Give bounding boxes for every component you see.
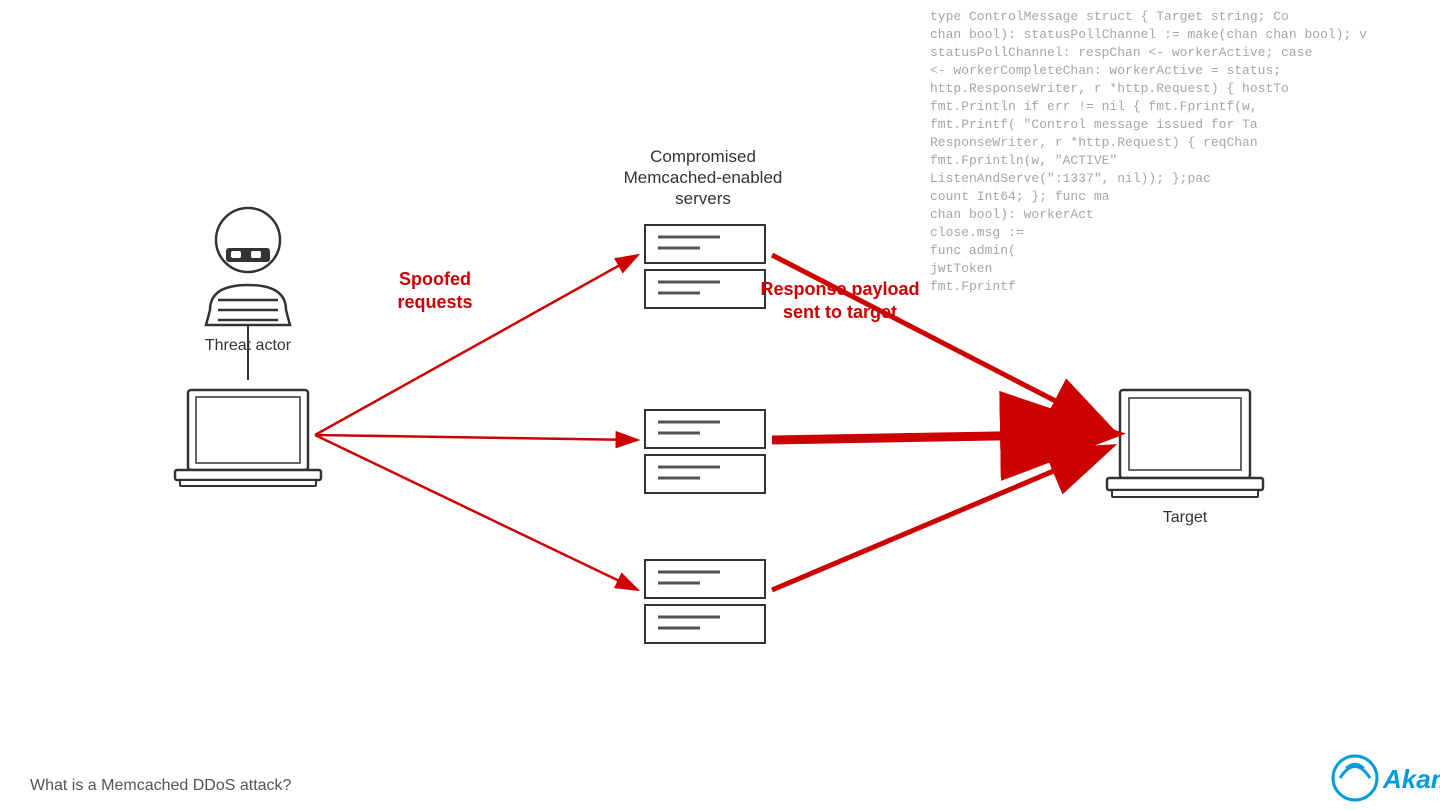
svg-text:count Int64; }; func ma: count Int64; }; func ma — [930, 189, 1110, 204]
svg-text:jwtToken: jwtToken — [930, 261, 992, 276]
svg-text:What is a Memcached DDoS attac: What is a Memcached DDoS attack? — [30, 777, 292, 794]
svg-text:ResponseWriter, r *http.Reques: ResponseWriter, r *http.Request) { reqCh… — [930, 135, 1258, 150]
svg-text:Compromised: Compromised — [650, 147, 756, 166]
svg-text:Threat actor: Threat actor — [205, 337, 292, 354]
svg-text:statusPollChannel: respChan <-: statusPollChannel: respChan <- workerAct… — [930, 45, 1312, 60]
svg-text:Response payload: Response payload — [760, 279, 919, 299]
svg-text:chan bool): statusPollChannel: chan bool): statusPollChannel := make(ch… — [930, 27, 1367, 42]
svg-text:close.msg :=: close.msg := — [930, 225, 1024, 240]
svg-text:fmt.Fprintln(w, "ACTIVE": fmt.Fprintln(w, "ACTIVE" — [930, 153, 1117, 168]
code-background — [920, 0, 1440, 460]
svg-text:<- workerCompleteChan: workerA: <- workerCompleteChan: workerActive = st… — [930, 63, 1281, 78]
svg-text:fmt.Printf( "Control message: fmt.Printf( "Control message issued for … — [930, 117, 1258, 132]
svg-text:Memcached-enabled: Memcached-enabled — [624, 168, 783, 187]
svg-text:servers: servers — [675, 189, 731, 208]
svg-text:fmt.Println if err != nil {: fmt.Println if err != nil { fmt.Fprintf(… — [930, 99, 1258, 114]
svg-text:Akamai: Akamai — [1382, 764, 1440, 794]
svg-text:requests: requests — [397, 292, 472, 312]
svg-text:fmt.Fprintf: fmt.Fprintf — [930, 279, 1016, 294]
svg-text:sent to target: sent to target — [783, 302, 897, 322]
svg-text:type ControlMessage struct { T: type ControlMessage struct { Target stri… — [930, 9, 1289, 24]
diagram-svg: type ControlMessage struct { Target stri… — [0, 0, 1440, 810]
svg-text:ListenAndServe(":1337", nil));: ListenAndServe(":1337", nil)); };pac — [930, 171, 1211, 186]
svg-text:Target: Target — [1163, 509, 1208, 526]
svg-text:chan bool): workerAct: chan bool): workerAct — [930, 207, 1094, 222]
svg-text:http.ResponseWriter, r *http.R: http.ResponseWriter, r *http.Request) { … — [930, 81, 1289, 96]
svg-text:Spoofed: Spoofed — [399, 269, 471, 289]
svg-text:func admin(: func admin( — [930, 243, 1016, 258]
